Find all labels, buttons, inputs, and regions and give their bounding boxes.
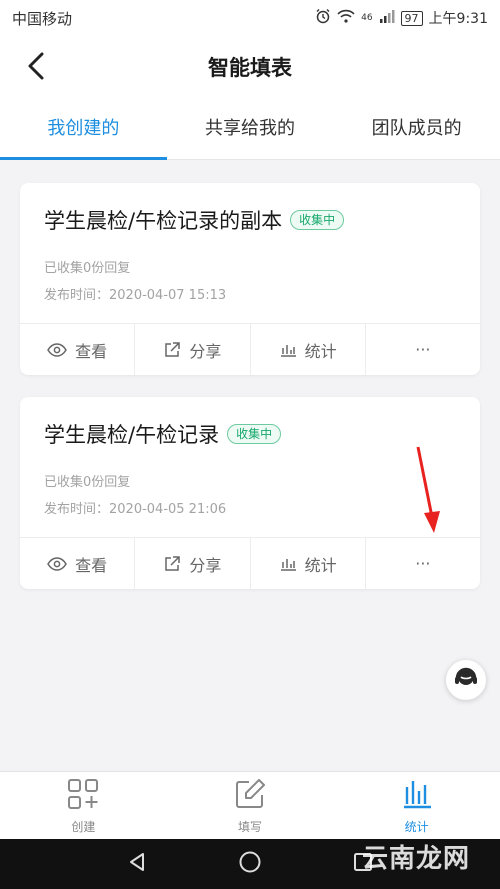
form-title: 学生晨检/午检记录的副本 — [44, 209, 283, 233]
card-title-row: 学生晨检/午检记录 收集中 — [44, 419, 282, 449]
stats-button[interactable]: 统计 — [251, 324, 366, 375]
system-home-button[interactable] — [230, 844, 270, 884]
share-button[interactable]: 分享 — [135, 324, 251, 375]
navigation-bar: 智能填表 — [0, 36, 500, 100]
share-label: 分享 — [189, 341, 222, 361]
watermark-logo: 云南龙网 — [362, 844, 471, 874]
status-icons: 46 97 上午9:31 — [315, 8, 488, 28]
stats-label: 统计 — [304, 341, 337, 361]
bar-chart-icon — [279, 556, 297, 572]
reply-count: 已收集0份回复 — [44, 261, 131, 276]
more-button[interactable]: ··· — [366, 538, 480, 589]
bottom-nav-fill[interactable]: 填写 — [167, 772, 334, 839]
bottom-nav-fill-label: 填写 — [238, 819, 263, 834]
signal-icon — [379, 9, 395, 27]
card-title-row: 学生晨检/午检记录的副本 收集中 — [44, 205, 345, 235]
status-badge: 收集中 — [227, 424, 282, 444]
view-label: 查看 — [75, 555, 108, 575]
bottom-nav-create[interactable]: 创建 — [0, 772, 167, 839]
card-actions: 查看 分享 统计 ··· — [20, 323, 480, 375]
alarm-icon — [315, 8, 331, 28]
bar-chart-icon — [400, 777, 434, 814]
status-bar: 中国移动 46 97 上午9:31 — [0, 0, 500, 36]
more-icon: ··· — [415, 554, 431, 573]
clock: 上午9:31 — [428, 11, 488, 27]
form-title: 学生晨检/午检记录 — [44, 423, 220, 447]
eye-icon — [47, 342, 67, 357]
more-icon: ··· — [415, 340, 431, 359]
share-icon — [163, 555, 181, 573]
tab-bar: 我创建的 共享给我的 团队成员的 — [0, 100, 500, 160]
stats-label: 统计 — [304, 555, 337, 575]
tab-team-members[interactable]: 团队成员的 — [333, 100, 500, 159]
status-badge: 收集中 — [290, 210, 345, 230]
view-label: 查看 — [75, 341, 108, 361]
share-icon — [163, 341, 181, 359]
bar-chart-icon — [279, 342, 297, 358]
carrier-label: 中国移动 — [12, 9, 73, 28]
customer-service-button[interactable] — [446, 660, 486, 700]
view-button[interactable]: 查看 — [20, 538, 136, 589]
card-actions: 查看 分享 统计 ··· — [20, 537, 480, 589]
system-back-button[interactable] — [117, 844, 157, 884]
grid-plus-icon — [66, 777, 100, 814]
annotation-arrow-icon — [416, 446, 440, 533]
edit-icon — [233, 777, 267, 814]
share-label: 分享 — [189, 555, 222, 575]
bottom-nav-stats-label: 统计 — [404, 819, 429, 834]
bottom-navigation: 创建 填写 统计 — [0, 771, 500, 839]
circle-home-icon — [238, 850, 262, 878]
page-title: 智能填表 — [208, 56, 292, 80]
network-type-label: 46 — [361, 13, 373, 23]
battery-level: 97 — [400, 10, 423, 26]
more-button[interactable]: ··· — [366, 324, 480, 375]
stats-button[interactable]: 统计 — [251, 538, 366, 589]
publish-time: 发布时间：2020-04-05 21:06 — [44, 502, 227, 517]
publish-time: 发布时间：2020-04-07 15:13 — [44, 288, 227, 303]
reply-count: 已收集0份回复 — [44, 475, 131, 490]
eye-icon — [47, 556, 67, 571]
form-card[interactable]: 学生晨检/午检记录的副本 收集中 已收集0份回复 发布时间：2020-04-07… — [20, 183, 480, 375]
bottom-nav-create-label: 创建 — [71, 819, 96, 834]
share-button[interactable]: 分享 — [135, 538, 251, 589]
tab-shared-with-me[interactable]: 共享给我的 — [167, 100, 334, 159]
headset-icon — [453, 665, 479, 695]
wifi-icon — [337, 9, 355, 27]
triangle-back-icon — [126, 851, 148, 877]
bottom-nav-stats[interactable]: 统计 — [333, 772, 500, 839]
tab-created-by-me[interactable]: 我创建的 — [0, 100, 167, 160]
view-button[interactable]: 查看 — [20, 324, 136, 375]
